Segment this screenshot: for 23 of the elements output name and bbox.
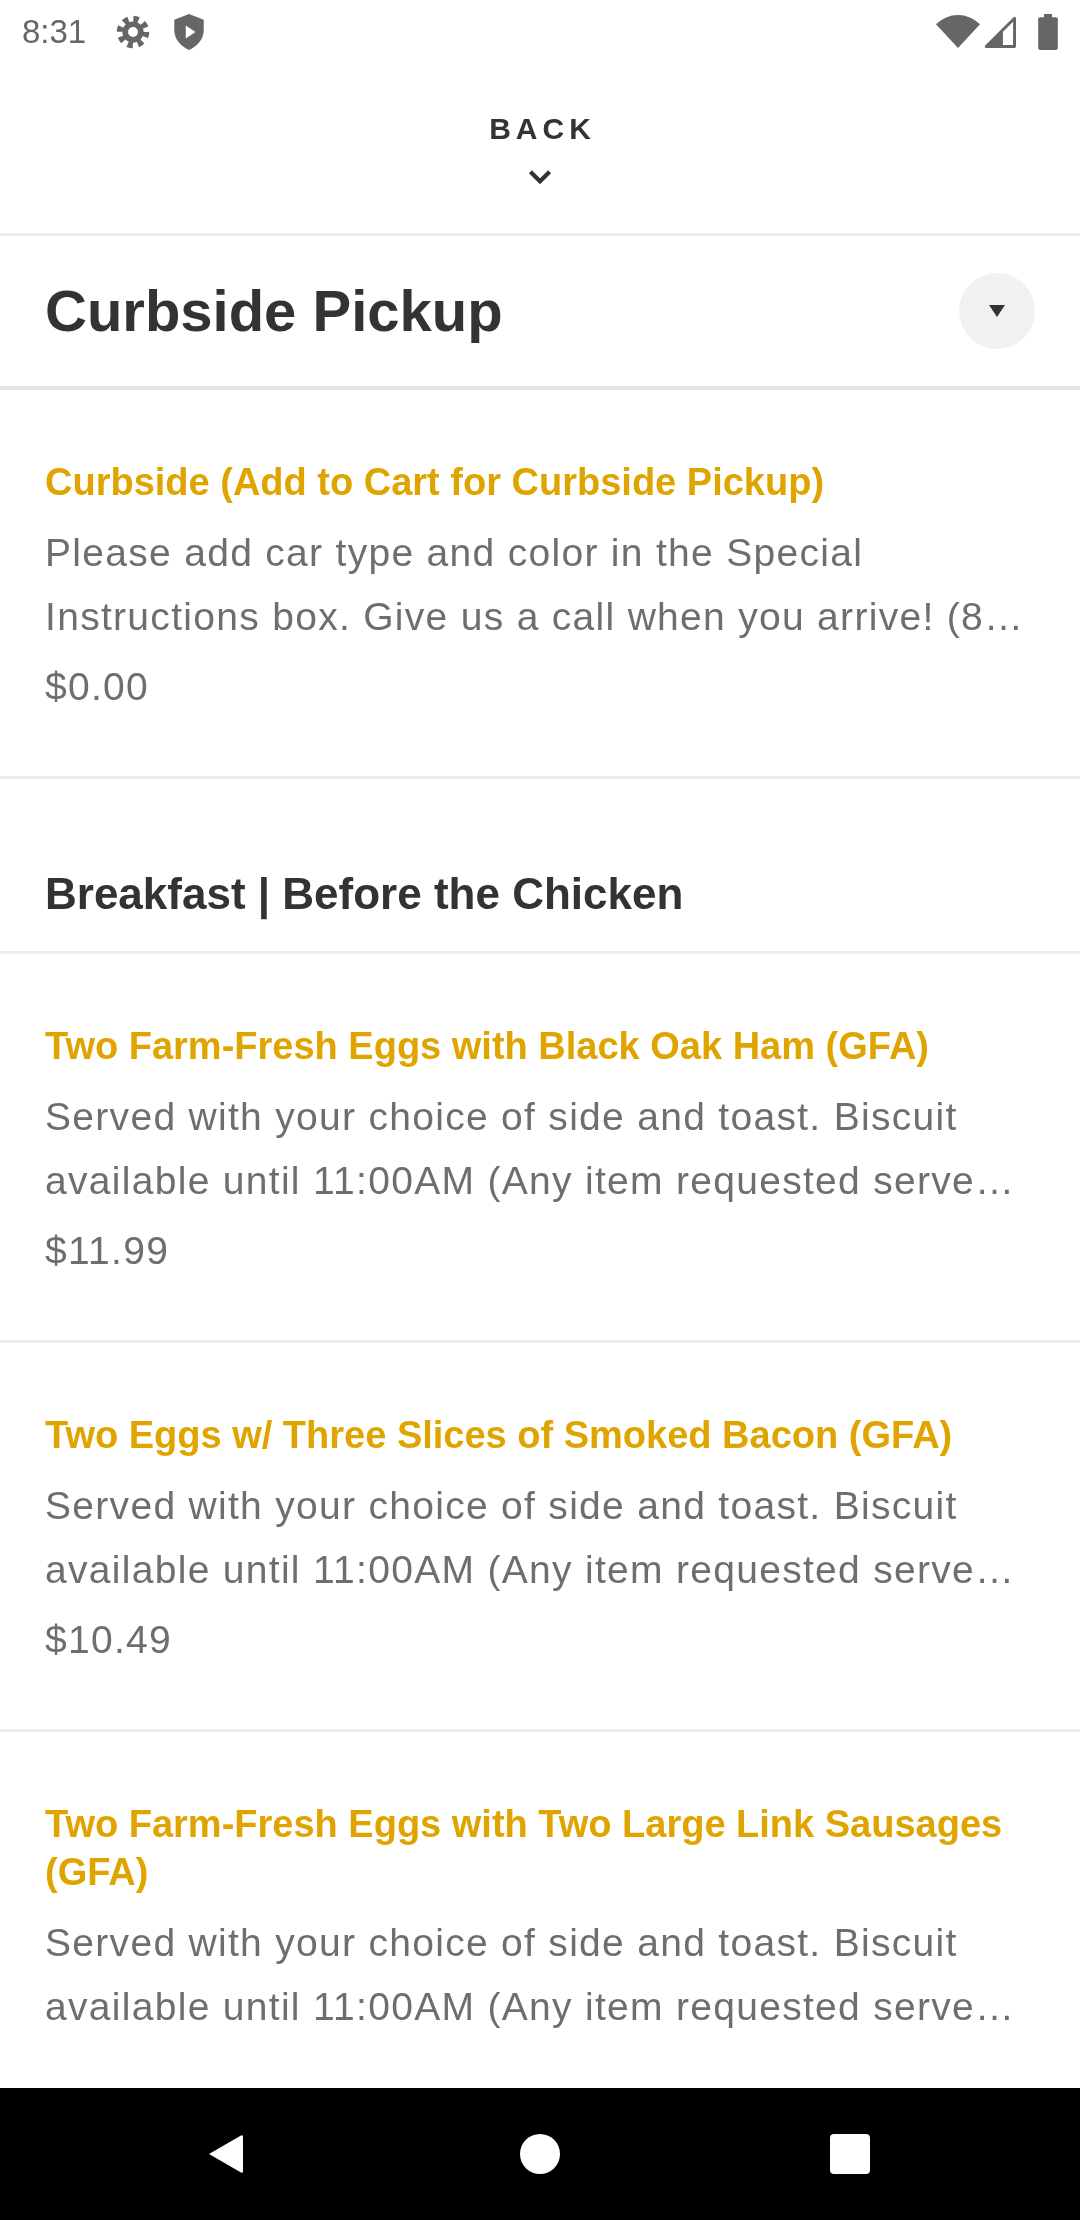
item-name[interactable]: Two Farm-Fresh Eggs with Black Oak Ham (GFA) <box>45 1022 1035 1070</box>
item-description: Served with your choice of side and toast. Biscuit available until 11:00AM (Any item requested serve… <box>45 1920 1017 2030</box>
battery-icon <box>1038 13 1058 50</box>
item-description: Please add car type and color in the Special Instructions box. Give us a call when you arrive! (8… <box>45 530 1026 640</box>
item-name[interactable]: Two Farm-Fresh Eggs with Two Large Link Sausages (GFA) <box>45 1800 1035 1896</box>
item-price: $10.49 <box>45 1617 174 1663</box>
item-name[interactable]: Two Eggs w/ Three Slices of Smoked Bacon (GFA) <box>45 1411 1035 1459</box>
back-icon[interactable] <box>207 2133 245 2175</box>
item-price: $0.00 <box>45 664 151 710</box>
item-price: $11.99 <box>45 1228 171 1274</box>
item-description: Served with your choice of side and toast. Biscuit available until 11:00AM (Any item requested serve… <box>45 1483 1017 1593</box>
shield-icon <box>174 13 205 50</box>
signal-icon <box>984 15 1016 48</box>
back-button[interactable]: BACK <box>484 109 596 184</box>
home-icon[interactable] <box>520 2134 560 2174</box>
caret-icon <box>989 305 1005 317</box>
wifi-icon <box>936 15 980 48</box>
chevron-down-icon <box>528 169 552 184</box>
item-name[interactable]: Curbside (Add to Cart for Curbside Pickup) <box>45 458 1035 506</box>
status-time: 8:31 <box>22 11 87 52</box>
item-description: Served with your choice of side and toast. Biscuit available until 11:00AM (Any item requested serve… <box>45 1094 1017 1204</box>
gear-icon <box>116 14 151 49</box>
category-title: Curbside Pickup <box>45 278 503 344</box>
